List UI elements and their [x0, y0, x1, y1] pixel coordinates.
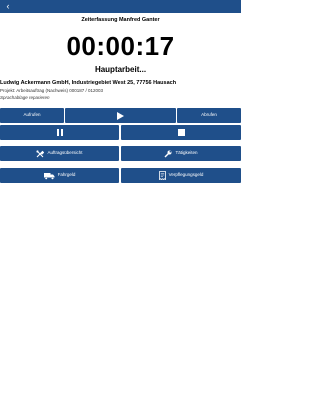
tools-icon [36, 149, 45, 158]
taetigkeiten-label: Tätigkeiten [175, 150, 198, 156]
project-info: Projekt: Arbeitsauftrag (Nachweis) 00018… [0, 88, 104, 93]
receipt-icon [158, 171, 166, 180]
play-button[interactable] [65, 108, 176, 123]
chevron-left-icon: ‹ [6, 1, 10, 11]
stop-button[interactable] [121, 125, 241, 140]
abrufen-button[interactable]: Abrufen [177, 108, 241, 123]
timer-display: 00:00:17 [66, 31, 175, 61]
verpflegungsgeld-label: Verpflegungsgeld [168, 172, 204, 178]
aufrufen-button[interactable]: Aufrufen [0, 108, 64, 123]
taetigkeiten-button[interactable]: Tätigkeiten [121, 146, 241, 161]
wrench-icon [164, 150, 172, 158]
top-bar: ‹ [0, 0, 241, 13]
back-button[interactable]: ‹ [2, 0, 14, 13]
pause-icon [56, 129, 63, 136]
verpflegungsgeld-button[interactable]: Verpflegungsgeld [121, 168, 241, 183]
auftragsuebersicht-button[interactable]: Auftragsübersicht [0, 146, 119, 161]
play-icon [117, 111, 124, 120]
auftragsuebersicht-label: Auftragsübersicht [47, 150, 83, 156]
timer-status: Hauptarbeit... [94, 65, 147, 74]
customer-address: Ludwig Ackermann GmbH, Industriegebiet W… [0, 80, 177, 86]
aufrufen-label: Aufrufen [23, 112, 41, 118]
voice-memo-link[interactable]: Sprachablage reparieren [0, 95, 241, 100]
truck-icon [43, 172, 55, 180]
fahrgeld-label: Fahrgeld [57, 172, 76, 178]
fahrgeld-button[interactable]: Fahrgeld [0, 168, 119, 183]
abrufen-label: Abrufen [201, 112, 217, 118]
page-title: Zeiterfassung Manfred Ganter [81, 17, 160, 23]
pause-button[interactable] [0, 125, 119, 140]
stop-icon [177, 129, 185, 136]
